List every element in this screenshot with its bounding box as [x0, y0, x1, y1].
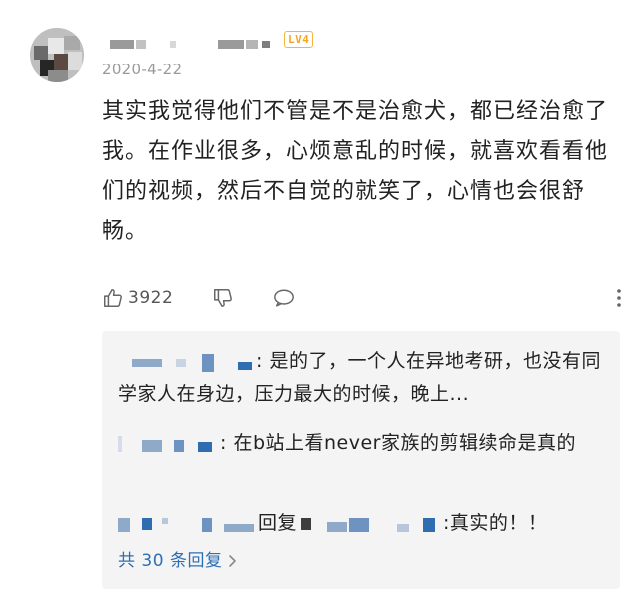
- username-redacted[interactable]: [110, 37, 280, 51]
- reply-target-redacted[interactable]: [297, 514, 443, 534]
- reply-text: : 在b站上看never家族的剪辑续命是真的: [220, 432, 576, 454]
- reply-item[interactable]: : 是的了，一个人在异地考研，也没有同学家人在身边，压力最大的时候，晚上...: [118, 345, 608, 411]
- level-badge: LV4: [284, 31, 314, 48]
- comment-bubble-icon: [274, 289, 294, 307]
- dislike-button[interactable]: [212, 284, 234, 312]
- thumbs-up-icon: [104, 289, 122, 307]
- like-count: 3922: [128, 288, 174, 308]
- reply-username-redacted[interactable]: [118, 514, 258, 534]
- more-replies-label: 共 30 条回复: [118, 551, 223, 571]
- reply-item[interactable]: 回复 :真实的！！: [118, 507, 608, 540]
- thumbs-down-icon: [214, 289, 232, 307]
- reply-word: 回复: [258, 512, 298, 534]
- avatar[interactable]: [30, 28, 84, 82]
- like-button[interactable]: 3922: [102, 284, 173, 312]
- chevron-right-icon: [229, 555, 237, 567]
- comment-date: 2020-4-22: [102, 64, 183, 78]
- replies-panel: : 是的了，一个人在异地考研，也没有同学家人在身边，压力最大的时候，晚上... …: [102, 331, 620, 589]
- comment-actions: 3922: [102, 284, 622, 312]
- comment-text: 其实我觉得他们不管是不是治愈犬，都已经治愈了我。在作业很多，心烦意乱的时候，就喜…: [102, 99, 609, 244]
- more-vertical-icon: [617, 289, 621, 307]
- reply-item[interactable]: : 在b站上看never家族的剪辑续命是真的: [118, 427, 608, 460]
- view-all-replies-link[interactable]: 共 30 条回复: [118, 547, 237, 575]
- reply-button[interactable]: [272, 284, 296, 312]
- reply-username-redacted[interactable]: [118, 352, 256, 372]
- reply-text: :真实的！！: [443, 512, 548, 534]
- more-options-button[interactable]: [616, 284, 622, 312]
- reply-username-redacted[interactable]: [118, 434, 220, 454]
